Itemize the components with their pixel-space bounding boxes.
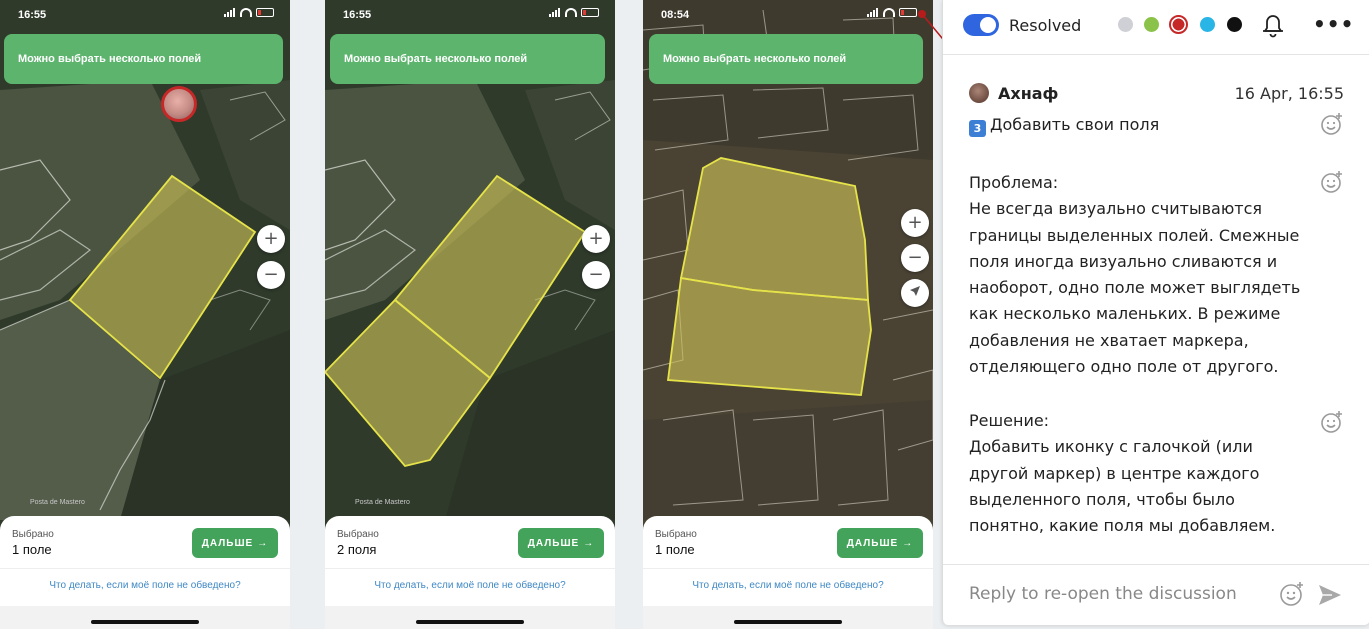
status-bar: 16:55 xyxy=(325,6,615,26)
color-dot-green[interactable] xyxy=(1144,17,1159,32)
comment-solution: Решение: Добавить иконку с галочкой (или… xyxy=(969,411,1276,536)
wifi-icon xyxy=(883,8,895,17)
help-link[interactable]: Что делать, если моё поле не обведено? xyxy=(325,580,615,591)
avatar xyxy=(969,83,989,103)
status-bar: 16:55 xyxy=(0,6,290,26)
signal-icon xyxy=(224,8,236,17)
phone-screen-3: 08:54 Можно выбрать несколько полей + − … xyxy=(643,0,933,629)
hint-banner: Можно выбрать несколько полей xyxy=(330,34,605,84)
zoom-in-button[interactable]: + xyxy=(582,225,610,253)
wifi-icon xyxy=(240,8,252,17)
selection-sheet: Выбрано 2 поля ДАЛЬШЕ → Что делать, если… xyxy=(325,516,615,629)
divider xyxy=(643,568,933,569)
send-icon[interactable] xyxy=(1318,583,1342,607)
svg-text:Posta de Mastero: Posta de Mastero xyxy=(30,499,85,506)
status-bar: 08:54 xyxy=(643,6,933,26)
comment-title: 3 Добавить свои поля xyxy=(969,112,1159,138)
zoom-in-button[interactable]: + xyxy=(257,225,285,253)
selection-sheet: Выбрано 1 поле ДАЛЬШЕ → Что делать, если… xyxy=(643,516,933,629)
divider xyxy=(0,568,290,569)
signal-icon xyxy=(549,8,561,17)
next-button-label: ДАЛЬШЕ xyxy=(527,537,580,549)
comment-author: Ахнаф xyxy=(998,84,1059,103)
help-link[interactable]: Что делать, если моё поле не обведено? xyxy=(643,580,933,591)
add-reaction-icon[interactable] xyxy=(1320,112,1344,136)
selected-label: Выбрано xyxy=(655,529,697,540)
zoom-out-button[interactable]: − xyxy=(901,244,929,272)
status-time: 16:55 xyxy=(18,9,47,21)
comment-panel: Resolved ••• Ахнаф 16 Apr, 16:55 3 Добави… xyxy=(942,0,1369,625)
bell-icon[interactable] xyxy=(1261,12,1285,38)
emoji-icon[interactable] xyxy=(1279,581,1305,607)
selected-label: Выбрано xyxy=(337,529,379,540)
selected-count: 1 поле xyxy=(12,542,52,557)
wifi-icon xyxy=(565,8,577,17)
phone-screen-2: Posta de Mastero 16:55 Можно выбрать нес… xyxy=(325,0,615,629)
next-button-label: ДАЛЬШЕ xyxy=(201,537,254,549)
reply-bar: Reply to re-open the discussion xyxy=(943,564,1369,626)
comment-date: 16 Apr, 16:55 xyxy=(1234,84,1344,103)
add-reaction-icon[interactable] xyxy=(1320,170,1344,194)
add-reaction-icon[interactable] xyxy=(1320,410,1344,434)
arrow-right-icon: → xyxy=(902,537,914,549)
help-link[interactable]: Что делать, если моё поле не обведено? xyxy=(0,580,290,591)
battery-icon xyxy=(581,8,599,17)
divider xyxy=(325,568,615,569)
comment-title-text: Добавить свои поля xyxy=(990,115,1160,134)
keycap-number-icon: 3 xyxy=(969,120,986,137)
zoom-out-button[interactable]: − xyxy=(582,261,610,289)
next-button[interactable]: ДАЛЬШЕ → xyxy=(192,528,278,558)
comment-problem: Проблема: Не всегда визуально считываютс… xyxy=(969,173,1301,377)
panel-header: Resolved ••• xyxy=(943,0,1369,55)
svg-text:Posta de Mastero: Posta de Mastero xyxy=(355,499,410,506)
hint-banner: Можно выбрать несколько полей xyxy=(4,34,283,84)
color-dot-red-selected[interactable] xyxy=(1169,15,1188,34)
home-indicator xyxy=(416,620,524,624)
battery-icon xyxy=(256,8,274,17)
more-options-icon[interactable]: ••• xyxy=(1313,12,1354,36)
arrow-right-icon: → xyxy=(257,537,269,549)
selection-sheet: Выбрано 1 поле ДАЛЬШЕ → Что делать, если… xyxy=(0,516,290,629)
color-dot-gray[interactable] xyxy=(1118,17,1133,32)
battery-icon xyxy=(899,8,917,17)
resolved-label: Resolved xyxy=(1009,16,1082,35)
color-dot-black[interactable] xyxy=(1227,17,1242,32)
selected-count: 1 поле xyxy=(655,542,695,557)
color-dot-blue[interactable] xyxy=(1200,17,1215,32)
next-button[interactable]: ДАЛЬШЕ → xyxy=(837,528,923,558)
home-indicator xyxy=(734,620,842,624)
status-time: 08:54 xyxy=(661,9,690,21)
phone-screen-1: Posta de Mastero 16:55 Можно выбрать нес… xyxy=(0,0,290,629)
selected-label: Выбрано xyxy=(12,529,54,540)
signal-icon xyxy=(867,8,879,17)
next-button-label: ДАЛЬШЕ xyxy=(846,537,899,549)
zoom-out-button[interactable]: − xyxy=(257,261,285,289)
selected-count: 2 поля xyxy=(337,542,377,557)
next-button[interactable]: ДАЛЬШЕ → xyxy=(518,528,604,558)
reply-input[interactable]: Reply to re-open the discussion xyxy=(969,584,1237,604)
comment-avatar-marker[interactable] xyxy=(161,86,197,122)
hint-banner: Можно выбрать несколько полей xyxy=(649,34,923,84)
arrow-right-icon: → xyxy=(583,537,595,549)
home-indicator xyxy=(91,620,199,624)
status-time: 16:55 xyxy=(343,9,372,21)
location-arrow-icon[interactable] xyxy=(901,279,929,307)
zoom-in-button[interactable]: + xyxy=(901,209,929,237)
resolved-toggle[interactable] xyxy=(963,14,999,36)
